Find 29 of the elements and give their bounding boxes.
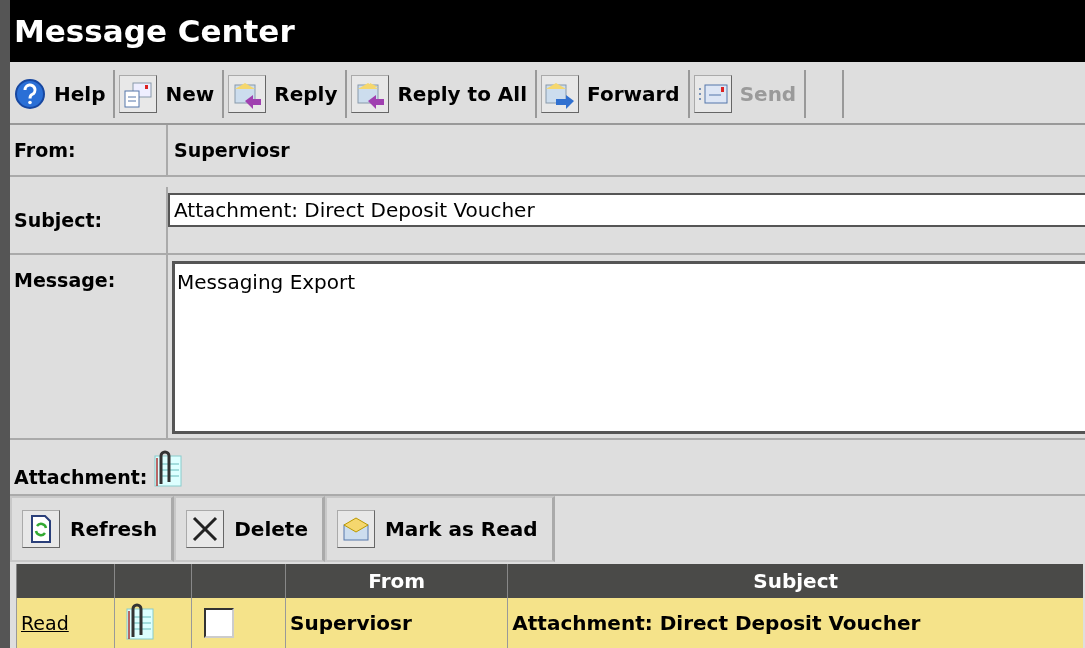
table-cell: Superviosr	[285, 598, 508, 648]
reply-icon	[228, 75, 267, 114]
field-label: Attachment:	[13, 466, 148, 491]
refresh-icon	[22, 510, 60, 549]
toolbar-button[interactable]: New	[115, 70, 225, 119]
window-title: Message Center	[10, 0, 1085, 62]
field-label: Message:	[10, 254, 168, 438]
toolbar-button[interactable]: Forward	[537, 70, 690, 119]
checkbox[interactable]	[204, 608, 235, 638]
column-header: Subject	[507, 564, 1083, 598]
toolbar-button[interactable]: Reply to All	[347, 70, 538, 119]
delete-icon	[186, 510, 225, 549]
reply-all-icon	[351, 75, 390, 114]
new-mail-icon	[119, 75, 158, 114]
message-field[interactable]: Messaging Export	[172, 260, 1085, 434]
subject-field[interactable]: Attachment: Direct Deposit Voucher	[168, 193, 1085, 228]
help-icon	[14, 78, 46, 111]
sender-name: Superviosr	[173, 138, 291, 164]
delete-button[interactable]: Delete	[174, 496, 325, 562]
help-button[interactable]: Help	[10, 70, 116, 119]
field-label: From:	[10, 125, 168, 176]
mark-read-button[interactable]: Mark as Read	[324, 496, 555, 562]
open-envelope-icon	[336, 510, 375, 549]
forward-icon	[541, 75, 580, 114]
column-header: From	[285, 564, 508, 598]
refresh-button[interactable]: Refresh	[10, 496, 175, 562]
envelope-icon	[693, 75, 732, 114]
toolbar-button[interactable]: Reply	[224, 70, 348, 119]
table-cell: Attachment: Direct Deposit Voucher	[507, 598, 1083, 648]
